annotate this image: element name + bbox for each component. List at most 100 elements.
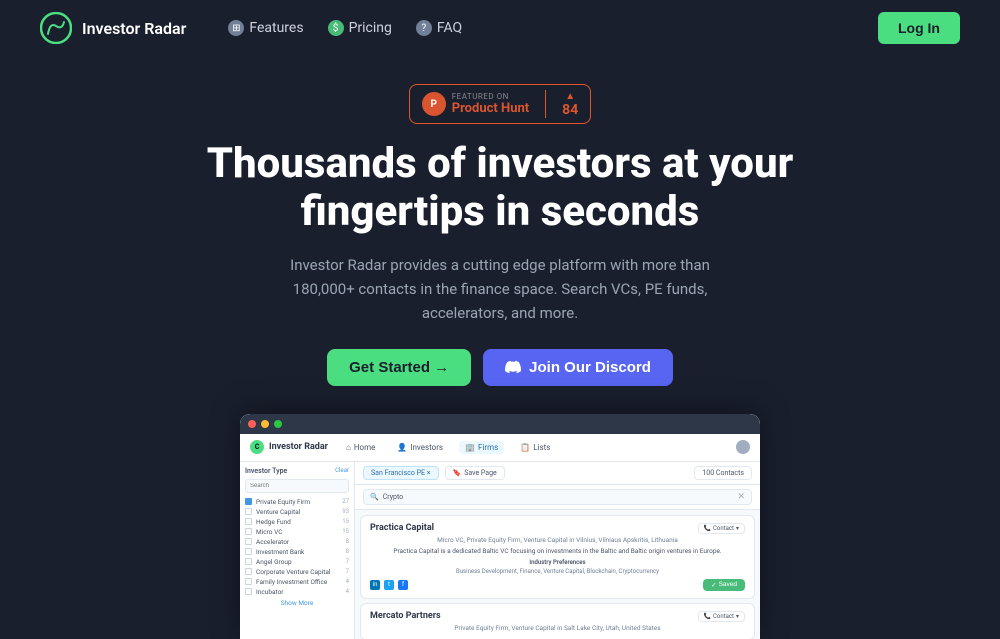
sidebar-item-accelerator: Accelerator 8 <box>245 538 349 546</box>
chevron-down-icon: ▾ <box>736 525 739 532</box>
discord-icon <box>505 359 521 375</box>
ph-count: ▲ 84 <box>562 91 578 118</box>
ph-product-name: Product Hunt <box>452 101 529 116</box>
app-titlebar <box>240 414 760 434</box>
search-clear-icon[interactable]: ✕ <box>737 492 745 502</box>
sidebar-item-corp-vc: Corporate Venture Capital 7 <box>245 568 349 576</box>
card-practica-header: Practica Capital 📞 Contact ▾ <box>370 523 745 534</box>
app-nav: C Investor Radar ⌂ Home 👤 Investors 🏢 Fi… <box>240 434 760 462</box>
hero-subtitle: Investor Radar provides a cutting edge p… <box>290 253 710 325</box>
logo-area: Investor Radar <box>40 12 186 44</box>
sidebar-item-investment-bank: Investment Bank 8 <box>245 548 349 556</box>
saved-button[interactable]: ✓ Saved <box>703 579 745 591</box>
sidebar-checkbox-family-office[interactable] <box>245 578 252 585</box>
pricing-icon: $ <box>328 20 344 36</box>
sidebar-item-private-equity: Private Equity Firm 27 <box>245 498 349 506</box>
card-practica-industry-label: Industry Preferences <box>370 559 745 566</box>
sidebar-item-incubator: Incubator 4 <box>245 588 349 596</box>
nav-pricing-link[interactable]: $ Pricing <box>318 14 402 42</box>
card-mercato-name: Mercato Partners <box>370 611 441 621</box>
product-hunt-badge: P FEATURED ON Product Hunt ▲ 84 <box>409 84 592 124</box>
card-practica-description: Practica Capital is a dedicated Baltic V… <box>370 547 745 556</box>
sidebar-item-venture-capital: Venture Capital 93 <box>245 508 349 516</box>
hero-title: Thousands of investors at your fingertip… <box>207 140 794 237</box>
card-practica-contact-button[interactable]: 📞 Contact ▾ <box>698 523 745 534</box>
app-logo-circle: C <box>250 440 264 454</box>
nav-features-link[interactable]: ⊞ Features <box>218 14 313 42</box>
card-practica-industry-tags: Business Development, Finance, Venture C… <box>370 568 745 575</box>
sidebar-section-label: Investor Type <box>245 467 287 475</box>
sidebar-checkbox-hedge-fund[interactable] <box>245 518 252 525</box>
search-input-inner[interactable]: 🔍 Crypto ✕ <box>363 489 752 505</box>
card-mercato-partners: Mercato Partners 📞 Contact ▾ Private Equ… <box>360 603 755 639</box>
contact-icon-2: 📞 <box>704 613 711 620</box>
sidebar-checkbox-micro-vc[interactable] <box>245 528 252 535</box>
nav-faq-link[interactable]: ? FAQ <box>406 14 472 42</box>
ph-number: 84 <box>562 102 578 118</box>
card-mercato-tags: Private Equity Firm, Venture Capital in … <box>370 624 745 632</box>
titlebar-dot-red <box>248 420 256 428</box>
ph-badge-left: P FEATURED ON Product Hunt <box>422 92 529 116</box>
logo-icon <box>40 12 72 44</box>
sidebar-checkbox-corp-vc[interactable] <box>245 568 252 575</box>
app-screenshot: C Investor Radar ⌂ Home 👤 Investors 🏢 Fi… <box>240 414 760 639</box>
card-practica-capital: Practica Capital 📞 Contact ▾ Micro VC, P… <box>360 515 755 599</box>
sidebar-search-input[interactable] <box>245 479 349 493</box>
card-mercato-header: Mercato Partners 📞 Contact ▾ <box>370 611 745 622</box>
linkedin-icon[interactable]: in <box>370 580 380 590</box>
app-search-bar: 🔍 Crypto ✕ <box>355 485 760 510</box>
sidebar-checkbox-accelerator[interactable] <box>245 538 252 545</box>
faq-icon: ? <box>416 20 432 36</box>
app-filters: San Francisco PE × 🔖 Save Page 100 Conta… <box>355 462 760 485</box>
app-logo-area: C Investor Radar <box>250 440 328 454</box>
card-practica-tags: Micro VC, Private Equity Firm, Venture C… <box>370 536 745 544</box>
features-icon: ⊞ <box>228 20 244 36</box>
ph-featured-label: FEATURED ON <box>452 92 509 101</box>
logo-text: Investor Radar <box>82 19 186 38</box>
sidebar-clear-button[interactable]: Clear <box>335 467 349 474</box>
bookmark-icon: 🔖 <box>453 469 462 477</box>
sidebar-show-more[interactable]: Show More <box>245 599 349 607</box>
get-started-button[interactable]: Get Started → <box>327 349 471 386</box>
titlebar-dot-green <box>274 420 282 428</box>
filter-chip-sf[interactable]: San Francisco PE × <box>363 466 439 480</box>
app-nav-firms[interactable]: 🏢 Firms <box>459 441 504 454</box>
chevron-down-icon-2: ▾ <box>736 613 739 620</box>
sidebar-item-angel-group: Angel Group 7 <box>245 558 349 566</box>
sidebar-item-family-office: Family Investment Office 4 <box>245 578 349 586</box>
save-page-button[interactable]: 🔖 Save Page <box>445 466 505 480</box>
save-icon: ✓ <box>711 581 716 589</box>
contacts-count: 100 Contacts <box>694 466 752 480</box>
sidebar-checkbox-private-equity[interactable] <box>245 498 252 505</box>
contact-icon: 📞 <box>704 525 711 532</box>
sidebar-checkbox-investment-bank[interactable] <box>245 548 252 555</box>
ph-arrow-icon: ▲ <box>565 91 575 102</box>
hero-section: P FEATURED ON Product Hunt ▲ 84 Thousand… <box>0 56 1000 639</box>
app-nav-home[interactable]: ⌂ Home <box>340 441 381 454</box>
app-nav-items: ⌂ Home 👤 Investors 🏢 Firms 📋 Lists <box>340 441 556 454</box>
app-nav-lists[interactable]: 📋 Lists <box>514 441 556 454</box>
card-practica-name: Practica Capital <box>370 523 434 533</box>
card-mercato-contact-button[interactable]: 📞 Contact ▾ <box>698 611 745 622</box>
app-nav-investors[interactable]: 👤 Investors <box>391 441 449 454</box>
sidebar-section-title: Investor Type Clear <box>245 467 349 475</box>
titlebar-dot-yellow <box>261 420 269 428</box>
sidebar-checkbox-venture-capital[interactable] <box>245 508 252 515</box>
nav-links: ⊞ Features $ Pricing ? FAQ <box>218 14 878 42</box>
twitter-icon[interactable]: t <box>384 580 394 590</box>
app-cards: Practica Capital 📞 Contact ▾ Micro VC, P… <box>355 510 760 639</box>
app-avatar <box>736 440 750 454</box>
sidebar-item-micro-vc: Micro VC 15 <box>245 528 349 536</box>
card-practica-footer: in t f ✓ Saved <box>370 579 745 591</box>
login-button[interactable]: Log In <box>878 12 960 44</box>
join-discord-button[interactable]: Join Our Discord <box>483 349 673 386</box>
navbar: Investor Radar ⊞ Features $ Pricing ? FA… <box>0 0 1000 56</box>
app-main: San Francisco PE × 🔖 Save Page 100 Conta… <box>355 462 760 639</box>
ph-divider <box>545 90 546 118</box>
app-inner: C Investor Radar ⌂ Home 👤 Investors 🏢 Fi… <box>240 414 760 639</box>
sidebar-checkbox-incubator[interactable] <box>245 588 252 595</box>
search-icon: 🔍 <box>370 493 379 501</box>
ph-text: FEATURED ON Product Hunt <box>452 92 529 116</box>
sidebar-checkbox-angel-group[interactable] <box>245 558 252 565</box>
facebook-icon[interactable]: f <box>398 580 408 590</box>
